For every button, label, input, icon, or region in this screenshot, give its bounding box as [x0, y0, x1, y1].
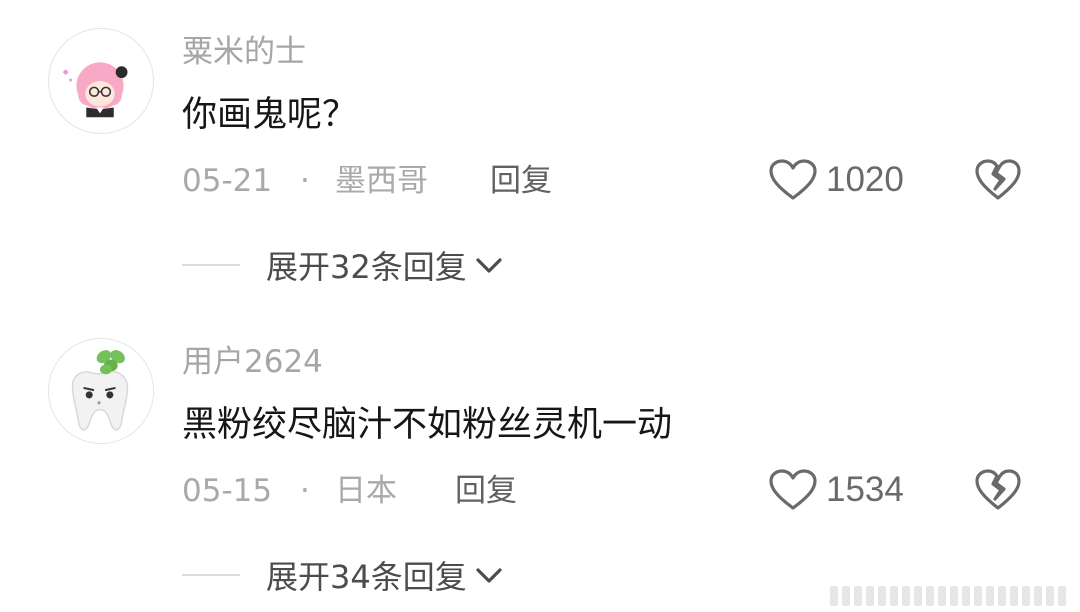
chevron-down-icon — [476, 258, 502, 273]
reply-button[interactable]: 回复 — [455, 471, 517, 511]
meta-separator: · — [300, 163, 310, 199]
divider — [182, 574, 240, 576]
tooth-sprout-avatar-icon — [49, 339, 153, 443]
comment-date: 05-15 — [182, 473, 273, 509]
avatar[interactable] — [48, 28, 154, 134]
expand-replies-button[interactable]: 展开32条回复 — [182, 245, 503, 286]
comment-username[interactable]: 用户2624 — [182, 347, 323, 378]
like-button[interactable]: 1534 — [768, 468, 904, 512]
heart-outline-icon — [769, 159, 817, 200]
divider — [182, 264, 240, 266]
like-count: 1020 — [826, 160, 904, 199]
avatar[interactable] — [48, 338, 154, 444]
dislike-button[interactable] — [974, 468, 1022, 512]
dislike-button[interactable] — [974, 158, 1022, 202]
heart-outline-icon — [769, 469, 817, 510]
comment-text: 你画鬼呢？ — [182, 95, 358, 135]
meta-separator: · — [300, 473, 310, 509]
like-count: 1534 — [826, 470, 904, 509]
expand-replies-label: 展开32条回复 — [266, 248, 467, 286]
reply-button[interactable]: 回复 — [490, 161, 552, 201]
pink-hair-girl-avatar-icon — [62, 62, 128, 118]
comment-text: 黑粉绞尽脑汁不如粉丝灵机一动 — [182, 405, 673, 445]
expand-replies-button[interactable]: 展开34条回复 — [182, 555, 503, 596]
expand-replies-label: 展开34条回复 — [266, 558, 467, 596]
comment-location: 墨西哥 — [335, 163, 428, 199]
comment-date: 05-21 — [182, 163, 273, 199]
chevron-down-icon — [476, 568, 502, 583]
comment-username[interactable]: 粟米的士 — [182, 37, 306, 68]
watermark — [830, 586, 1066, 606]
broken-heart-icon — [975, 469, 1021, 510]
like-button[interactable]: 1020 — [768, 158, 904, 202]
broken-heart-icon — [975, 159, 1021, 200]
comment-location: 日本 — [335, 473, 397, 509]
